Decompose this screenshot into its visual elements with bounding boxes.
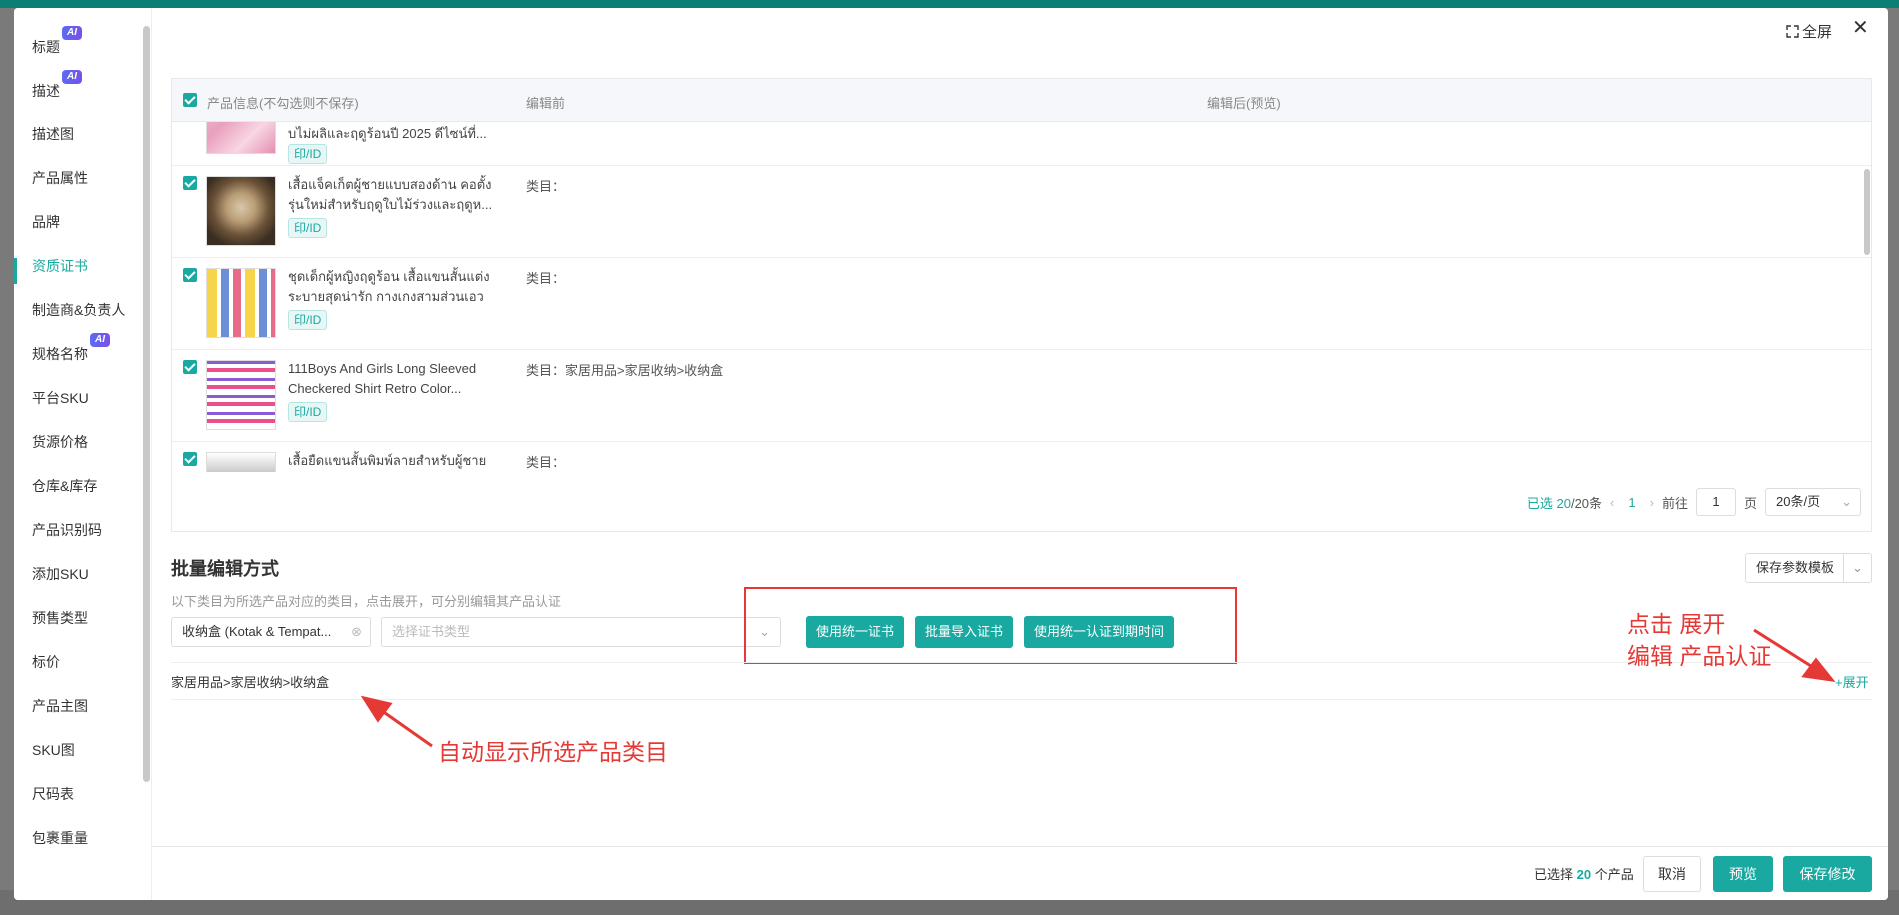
sidebar-item-certificates[interactable]: 资质证书 [32, 255, 88, 277]
ai-badge: AI [62, 70, 82, 84]
ai-badge: AI [90, 333, 110, 347]
modal-footer: 已选择 20 个产品 取消 预览 保存修改 [152, 846, 1888, 900]
arrow-to-category [360, 695, 433, 748]
annotation-expand-line2: 编辑 产品认证 [1627, 643, 1772, 669]
sidebar-item-title[interactable]: 标题 AI [32, 26, 82, 58]
sidebar-scrollbar[interactable] [143, 26, 150, 782]
annotation-auto-category: 自动显示所选产品类目 [438, 739, 668, 765]
sidebar-item-label: 标题 [32, 39, 60, 55]
sidebar-item-label: 规格名称 [32, 346, 88, 362]
selected-products-text: 已选择 20 个产品 [1534, 864, 1634, 883]
sidebar-item-description[interactable]: 描述 AI [32, 70, 82, 102]
annotation-expand-line1: 点击 展开 [1627, 611, 1726, 637]
save-button[interactable]: 保存修改 [1783, 856, 1872, 892]
sidebar-item-spec-name[interactable]: 规格名称 AI [32, 333, 110, 365]
preview-button[interactable]: 预览 [1713, 856, 1773, 892]
sidebar-item-label: 描述 [32, 83, 60, 99]
sidebar-item-source-price[interactable]: 货源价格 [32, 431, 88, 453]
main-panel: 全屏 ✕ 产品信息(不勾选则不保存) 编辑前 编辑后(预览) บไม่ผลิแล… [152, 8, 1888, 900]
sidebar-item-sku-image[interactable]: SKU图 [32, 739, 75, 761]
sidebar-item-manufacturer[interactable]: 制造商&负责人 [32, 299, 125, 321]
selected-count: 20 [1576, 867, 1592, 882]
sidebar-item-presale[interactable]: 预售类型 [32, 607, 88, 629]
annotation-arrows [360, 628, 1836, 748]
selected-prefix: 已选择 [1534, 867, 1574, 882]
batch-edit-modal: 标题 AI 描述 AI 描述图 产品属性 品牌 资质证书 制造商&负责人 规格名称 A… [14, 8, 1888, 900]
sidebar-item-platform-sku[interactable]: 平台SKU [32, 387, 89, 409]
sidebar-item-description-images[interactable]: 描述图 [32, 123, 74, 145]
sidebar-item-size-chart[interactable]: 尺码表 [32, 783, 74, 805]
sidebar: 标题 AI 描述 AI 描述图 产品属性 品牌 资质证书 制造商&负责人 规格名称 A… [14, 8, 152, 900]
sidebar-item-main-image[interactable]: 产品主图 [32, 695, 88, 717]
ai-badge: AI [62, 26, 82, 40]
sidebar-item-list-price[interactable]: 标价 [32, 651, 60, 673]
sidebar-item-brand[interactable]: 品牌 [32, 211, 60, 233]
sidebar-item-package-weight[interactable]: 包裹重量 [32, 827, 88, 849]
cancel-button[interactable]: 取消 [1643, 856, 1701, 892]
background-app-header [0, 0, 1899, 8]
sidebar-item-product-attributes[interactable]: 产品属性 [32, 167, 88, 189]
sidebar-item-product-id[interactable]: 产品识别码 [32, 519, 102, 541]
selected-suffix: 个产品 [1594, 867, 1634, 882]
sidebar-item-warehouse[interactable]: 仓库&库存 [32, 475, 97, 497]
sidebar-item-add-sku[interactable]: 添加SKU [32, 563, 89, 585]
sidebar-active-indicator [14, 258, 17, 284]
